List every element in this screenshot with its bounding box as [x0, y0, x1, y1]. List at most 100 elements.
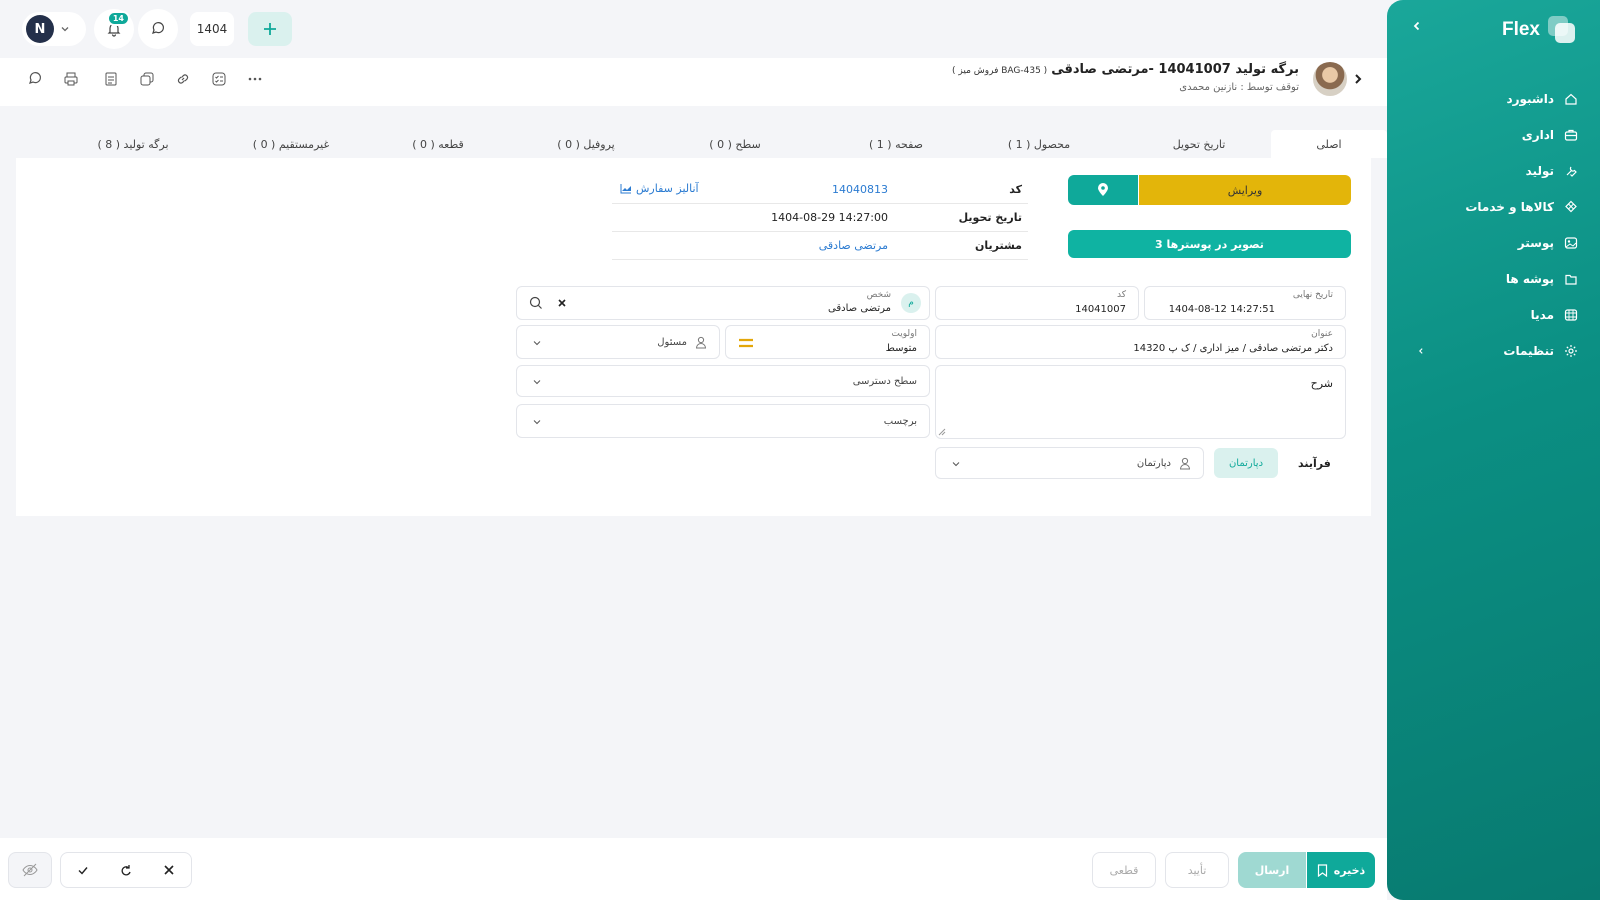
print-button[interactable]: [60, 68, 82, 90]
tab-bar: اصلی تاریخ تحویل محصول ( 1 ) صفحه ( 1 ) سطح …: [16, 130, 1387, 158]
sidebar-item-4[interactable]: پوستر: [1518, 233, 1578, 253]
redo-icon[interactable]: [120, 864, 132, 876]
sidebar-item-label: پوستر: [1517, 236, 1554, 250]
year-selector[interactable]: 1404: [190, 12, 234, 46]
tab-3[interactable]: صفحه ( 1 ): [836, 130, 956, 158]
more-button[interactable]: [244, 68, 266, 90]
add-button[interactable]: [248, 12, 292, 46]
avatar: N: [26, 15, 54, 43]
duplicate-button[interactable]: [136, 68, 158, 90]
user-icon: [1179, 457, 1191, 470]
code-field[interactable]: کد 14041007: [935, 286, 1139, 320]
access-level-select[interactable]: سطح دسترسی: [516, 365, 930, 397]
more-icon: [248, 77, 262, 81]
info-customers-value[interactable]: مرتضی صادقی: [819, 239, 888, 252]
chevron-down-icon: [533, 341, 541, 346]
sidebar-item-1[interactable]: اداری: [1522, 125, 1578, 145]
link-button[interactable]: [172, 68, 194, 90]
edit-button[interactable]: ویرایش: [1139, 175, 1351, 205]
record-header: برگه تولید 14041007 -مرتضی صادقی ( فروش …: [0, 58, 1387, 106]
quick-actions-group: [60, 852, 192, 888]
tab-2[interactable]: محصول ( 1 ): [976, 130, 1102, 158]
briefcase-icon: [1564, 129, 1578, 141]
chat-button[interactable]: [138, 9, 178, 49]
info-row-delivery: تاریخ تحویل 1404-08-29 14:27:00: [612, 204, 1028, 232]
resize-handle-icon[interactable]: [938, 428, 946, 436]
sidebar-item-label: کالاها و خدمات: [1465, 200, 1554, 214]
person-avatar: م: [901, 293, 921, 313]
checklist-button[interactable]: [208, 68, 230, 90]
brand[interactable]: Flex: [1502, 16, 1576, 44]
sidebar-item-5[interactable]: پوشه ها: [1506, 269, 1578, 289]
user-icon: [695, 336, 707, 349]
user-menu[interactable]: N: [22, 12, 86, 46]
sidebar-item-label: مدیا: [1530, 308, 1554, 322]
chevron-left-icon: [1413, 21, 1420, 31]
main-area: N 14 1404 برگه تولید 14041007 -مرتضی صاد…: [0, 0, 1387, 900]
checklist-icon: [212, 72, 226, 86]
eye-off-icon: [22, 863, 38, 877]
chevron-down-icon: [61, 27, 69, 32]
posters-button[interactable]: 3 تصویر در پوسترها: [1068, 230, 1351, 258]
send-button[interactable]: ارسال: [1238, 852, 1306, 888]
tag-select[interactable]: برچسب: [516, 404, 930, 438]
department-chip[interactable]: دپارتمان: [1214, 448, 1278, 478]
tab-8[interactable]: برگه تولید ( 8 ): [58, 130, 208, 158]
tab-1[interactable]: تاریخ تحویل: [1134, 130, 1264, 158]
chevron-left-icon: [1419, 348, 1423, 354]
priority-medium-icon: [739, 338, 753, 348]
info-customers-label: مشتریان: [975, 239, 1022, 252]
sidebar-item-2[interactable]: تولید: [1526, 161, 1578, 181]
info-code-value[interactable]: 14040813: [832, 183, 888, 196]
order-analysis-link[interactable]: آنالیز سفارش: [620, 182, 699, 195]
chat-tool-button[interactable]: [24, 68, 46, 90]
sidebar-item-label: تولید: [1525, 164, 1554, 178]
chart-icon: [620, 184, 631, 194]
person-field[interactable]: م شخص مرتضی صادقی: [516, 286, 930, 320]
sidebar-item-6[interactable]: مدیا: [1531, 305, 1578, 325]
confirm-button[interactable]: تأیید: [1165, 852, 1229, 888]
location-button[interactable]: [1068, 175, 1138, 205]
sidebar-item-7[interactable]: تنظیمات: [1503, 341, 1578, 361]
collapse-sidebar-button[interactable]: [1411, 20, 1425, 34]
sidebar-item-label: اداری: [1521, 128, 1554, 142]
tab-0[interactable]: اصلی: [1271, 130, 1387, 158]
priority-field[interactable]: اولویت متوسط: [725, 325, 930, 359]
final-button[interactable]: قطعی: [1092, 852, 1156, 888]
info-row-customers: مشتریان مرتضی صادقی: [612, 232, 1028, 260]
responsible-select[interactable]: مسئول: [516, 325, 720, 359]
sidebar-item-0[interactable]: داشبورد: [1506, 89, 1578, 109]
search-icon[interactable]: [529, 296, 543, 310]
department-select[interactable]: دپارتمان: [935, 447, 1204, 479]
description-field[interactable]: شرح: [935, 365, 1346, 439]
sidebar-item-3[interactable]: کالاها و خدمات: [1465, 197, 1578, 217]
notifications-button[interactable]: 14: [94, 9, 134, 49]
hide-button[interactable]: [8, 852, 52, 888]
stopped-by-text: توقف توسط : نازنین محمدی: [1179, 82, 1299, 93]
close-icon[interactable]: [557, 298, 567, 308]
link-icon: [177, 74, 189, 84]
brand-logo-icon: [1548, 16, 1576, 44]
sidebar-item-label: داشبورد: [1506, 92, 1554, 106]
process-label: فرآیند: [1298, 457, 1331, 470]
chevron-down-icon: [533, 420, 541, 425]
final-date-field[interactable]: تاریخ نهایی 1404-08-12 14:27:51: [1144, 286, 1346, 320]
poster-icon: [1564, 237, 1578, 249]
tab-7[interactable]: غیرمستقیم ( 0 ): [216, 130, 366, 158]
chevron-down-icon: [952, 462, 960, 467]
info-delivery-value: 1404-08-29 14:27:00: [771, 211, 888, 224]
notification-badge: 14: [106, 11, 130, 26]
back-button[interactable]: [1351, 72, 1367, 88]
map-pin-icon: [1098, 183, 1108, 196]
save-button[interactable]: ذخیره: [1307, 852, 1375, 888]
check-icon[interactable]: [77, 864, 89, 876]
record-title: برگه تولید 14041007 -مرتضی صادقی: [1051, 62, 1299, 77]
notes-button[interactable]: [100, 68, 122, 90]
tab-5[interactable]: پروفیل ( 0 ): [528, 130, 644, 158]
close-icon[interactable]: [163, 864, 175, 876]
tab-4[interactable]: سطح ( 0 ): [680, 130, 790, 158]
notes-icon: [105, 72, 117, 86]
tab-6[interactable]: قطعه ( 0 ): [368, 130, 508, 158]
chevron-right-icon: [1355, 74, 1362, 84]
title-field[interactable]: عنوان دکتر مرتضی صادقی / میز اداری / ک پ…: [935, 325, 1346, 359]
